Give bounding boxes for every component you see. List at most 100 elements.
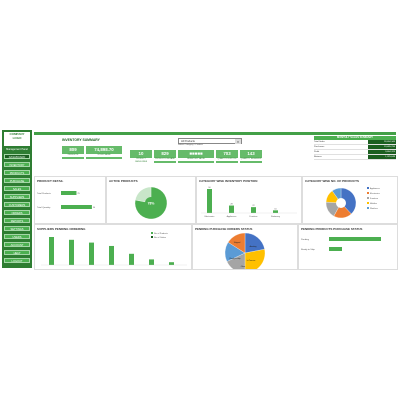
legend-swatch: [151, 236, 153, 238]
legend-label: Appliances: [370, 187, 380, 190]
summary-value: 9,684,323: [368, 150, 396, 154]
sidebar-item-products[interactable]: PRODUCTS: [4, 170, 30, 175]
bar: [207, 189, 212, 213]
sidebar-item-users[interactable]: USERS: [4, 234, 30, 239]
kpi-card: 809 PRODUCTS: [62, 146, 84, 159]
sidebar-item-customers[interactable]: CUSTOMERS: [4, 202, 30, 207]
legend-label: Furniture: [370, 197, 379, 200]
kpi-value: 74,898.70: [94, 147, 114, 152]
bar-label: Pending: [301, 239, 310, 241]
bar: [61, 191, 77, 195]
legend-swatch: [367, 192, 369, 194]
bar: [149, 259, 154, 265]
kpi-card: 143 QUANTITY RESERVED: [240, 150, 262, 163]
kpi-label: QUANTITY IN STOCK: [216, 158, 238, 161]
category-count-chart: Appliances Electronics Furniture Mobiles Wat…: [325, 187, 380, 219]
kpi-value: ■■■■■: [189, 151, 203, 156]
bar: [49, 237, 54, 265]
kpi-label: INVENTORY VALUE: [178, 158, 214, 161]
legend-swatch: [367, 202, 369, 204]
select-caption: Select Category / Product: [178, 144, 203, 146]
bar-value-label: 10: [274, 208, 277, 210]
pending-purchase-chart: Shipped Awaiting Ready to ship In Process Ot…: [224, 232, 266, 269]
slice-label: Awaiting: [250, 245, 257, 248]
sidebar-item-reports[interactable]: REPORTS: [4, 218, 30, 223]
chevron-down-icon[interactable]: ▾: [235, 139, 241, 145]
summary-value: 28,484,346: [368, 140, 396, 144]
summary-value: 1,325,648: [368, 155, 396, 159]
category-inventory-chart: 90 Electronics 28 Appliances 22 Furniture 10 St…: [201, 187, 297, 218]
legend-swatch: [367, 207, 369, 209]
kpi-card: 74,898.70 STOCK VALUE: [86, 146, 122, 159]
product-detail-panel: PRODUCT DETAIL Total Products 25 Total Qua…: [34, 176, 106, 224]
sidebar: COMPANY LOGO Management Panel DASHBOARD I…: [2, 130, 32, 268]
kpi-label: STOCK VALUE: [86, 154, 122, 157]
bar: [61, 205, 92, 209]
kpi-value: 829: [161, 151, 169, 156]
kpi-card: 703 QUANTITY IN STOCK: [216, 150, 238, 163]
sales-summary: MONTHLY SALES SUMMARY Total Sales 28,484,…: [314, 136, 396, 176]
category-count-panel: CATEGORY WISE NO. OF PRODUCTS Appliances…: [302, 176, 398, 224]
logo-line2: LOGO: [12, 136, 22, 140]
select-value: All Products: [181, 140, 195, 143]
sidebar-item-account[interactable]: ACCOUNT: [4, 242, 30, 247]
sidebar-item-suppliers[interactable]: SUPPLIERS: [4, 194, 30, 199]
bar: [169, 262, 174, 265]
legend-label: Watches: [370, 207, 378, 210]
dashboard: COMPANY LOGO Management Panel DASHBOARD I…: [2, 130, 398, 270]
kpi-label: PRODUCTS ON HAND: [154, 158, 176, 161]
summary-label: Purchases: [314, 146, 325, 148]
x-tick-label: Electronics: [205, 215, 215, 218]
bar-value-label: 22: [252, 205, 255, 207]
pending-purchase-panel: PENDING PURCHASE ORDERS STATUS Shipped Aw…: [192, 224, 298, 270]
bar-label: Total Products: [37, 192, 52, 195]
pending-products-chart: Pending Ready to Ship: [301, 237, 381, 251]
donut-hole: [336, 198, 346, 208]
slice-label: In Process: [247, 260, 256, 262]
kpi-value: 10: [138, 151, 144, 156]
sidebar-item-dashboard[interactable]: DASHBOARD: [4, 154, 30, 159]
kpi-card: 10 PRODUCT CATEGORIES: [130, 150, 152, 164]
suppliers-pending-panel: SUPPLIERS PENDING ORDERING No. of Produc…: [34, 224, 192, 270]
legend-label: Electronics: [370, 192, 380, 195]
active-products-panel: ACTIVE PRODUCTS 78%: [106, 176, 196, 224]
product-detail-chart: Total Products 25 Total Quantity 50: [37, 191, 96, 209]
summary-label: Returns: [314, 156, 322, 158]
category-inventory-panel: CATEGORY WISE INVENTORY POSITION 90 Elect…: [196, 176, 302, 224]
sidebar-item-sales[interactable]: SALES: [4, 186, 30, 191]
bar: [229, 205, 234, 213]
bar: [251, 207, 256, 213]
top-bar: [34, 132, 396, 135]
legend-label: Mobiles: [370, 203, 377, 205]
summary-label: Profit: [314, 151, 320, 153]
kpi-label: QUANTITY RESERVED: [240, 158, 262, 161]
sidebar-item-logout[interactable]: LOGOUT: [4, 258, 30, 263]
kpi-card: 829 PRODUCTS ON HAND: [154, 150, 176, 163]
bar-value-label: 25: [77, 193, 80, 195]
company-logo: COMPANY LOGO: [4, 132, 30, 146]
bar-label: Total Quantity: [37, 206, 51, 209]
sidebar-item-settings[interactable]: SETTINGS: [4, 226, 30, 231]
kpi-card: ■■■■■ INVENTORY VALUE: [178, 150, 214, 163]
active-products-chart: 78%: [134, 186, 168, 220]
kpi-value: 809: [69, 147, 77, 152]
bar: [69, 239, 74, 265]
summary-row: Returns 1,325,648: [314, 155, 396, 160]
summary-value: 19,485,236: [368, 145, 396, 149]
bar: [329, 247, 342, 251]
x-tick-label: Appliances: [227, 215, 237, 218]
bar: [109, 245, 114, 265]
kpi-label: PRODUCTS: [62, 154, 84, 157]
legend-label: No. of Orders: [154, 237, 166, 239]
legend-label: No. of Products: [154, 232, 168, 235]
legend-swatch: [367, 187, 369, 189]
kpi-value: 143: [247, 151, 255, 156]
summary-label: Total Sales: [314, 141, 325, 143]
sidebar-item-help[interactable]: HELP: [4, 250, 30, 255]
bar-value-label: 90: [208, 187, 211, 189]
x-tick-label: Furniture: [249, 215, 258, 218]
sidebar-item-inventory[interactable]: INVENTORY: [4, 162, 30, 167]
sidebar-item-orders[interactable]: ORDERS: [4, 210, 30, 215]
legend-swatch: [367, 197, 369, 199]
sidebar-item-purchase[interactable]: PURCHASE: [4, 178, 30, 183]
